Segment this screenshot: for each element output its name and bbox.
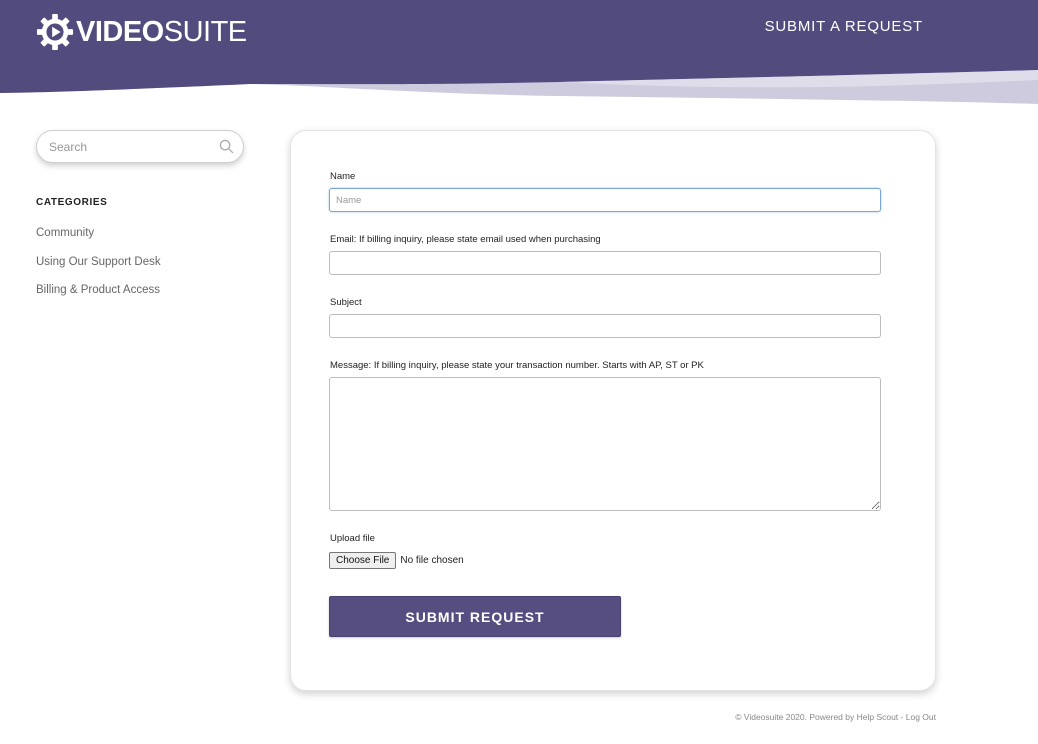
list-item: Using Our Support Desk (36, 247, 244, 276)
logout-link[interactable]: Log Out (906, 712, 936, 722)
request-form-card: Name Email: If billing inquiry, please s… (290, 130, 936, 691)
logo-wordmark-light: SUITE (163, 16, 247, 48)
name-field[interactable] (329, 188, 881, 212)
categories-heading: CATEGORIES (36, 197, 108, 208)
email-field[interactable] (329, 251, 881, 275)
message-label: Message: If billing inquiry, please stat… (330, 360, 704, 371)
footer: © Videosuite 2020. Powered by Help Scout… (735, 712, 936, 722)
category-link-community[interactable]: Community (36, 227, 94, 239)
file-upload: Choose File No file chosen (329, 552, 464, 569)
logo-wordmark-bold: VIDEO (76, 16, 164, 48)
choose-file-button[interactable]: Choose File (329, 552, 397, 569)
name-label: Name (330, 171, 356, 182)
videosuite-logo[interactable]: VIDEOSUITE (36, 12, 247, 52)
subject-label: Subject (330, 297, 362, 308)
list-item: Billing & Product Access (36, 275, 244, 304)
sidebar: CATEGORIES Community Using Our Support D… (36, 130, 244, 304)
category-link-support-desk[interactable]: Using Our Support Desk (36, 256, 161, 268)
search-icon[interactable] (219, 139, 234, 154)
search-box (36, 130, 244, 163)
search-input[interactable] (49, 131, 219, 162)
message-textarea[interactable] (329, 377, 881, 511)
file-status: No file chosen (400, 555, 464, 566)
site-header: VIDEOSUITE SUBMIT A REQUEST (0, 0, 1038, 110)
logo-wordmark: VIDEOSUITE (76, 13, 247, 51)
submit-request-button[interactable]: SUBMIT REQUEST (329, 596, 621, 637)
subject-field[interactable] (329, 314, 881, 338)
footer-separator: - (898, 712, 906, 722)
categories-list: Community Using Our Support Desk Billing… (36, 218, 244, 304)
upload-label: Upload file (330, 533, 375, 544)
list-item: Community (36, 218, 244, 247)
category-link-billing[interactable]: Billing & Product Access (36, 284, 160, 296)
email-label: Email: If billing inquiry, please state … (330, 234, 601, 245)
submit-request-link[interactable]: SUBMIT A REQUEST (765, 18, 923, 35)
footer-copyright: © Videosuite 2020. Powered by Help Scout (735, 712, 899, 722)
gear-play-icon (36, 13, 74, 51)
